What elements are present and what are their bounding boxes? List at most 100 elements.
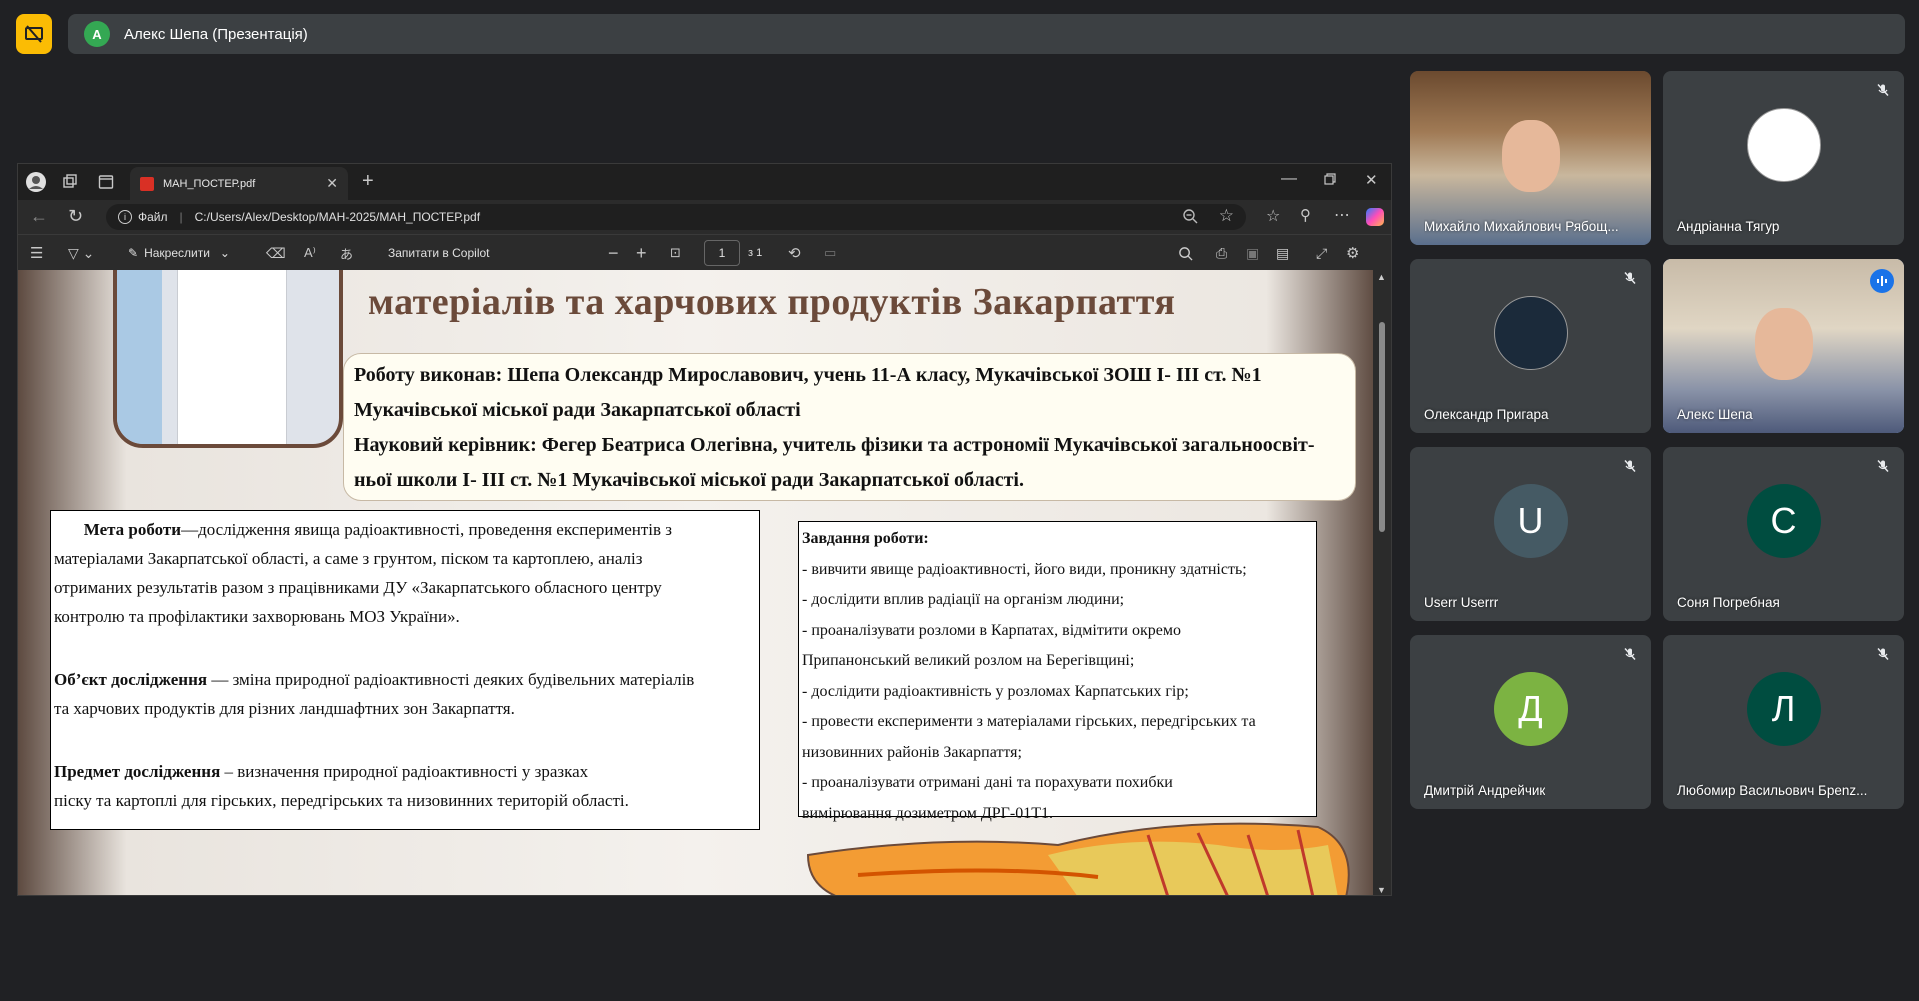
participant-tile[interactable]: U Userr Userrr xyxy=(1410,447,1651,621)
authors-box: Роботу виконав: Шепа Олександр Мирославо… xyxy=(343,353,1356,501)
object-text: — зміна природної радіоактивності деяких… xyxy=(207,670,695,689)
tab-actions-icon[interactable] xyxy=(96,172,116,192)
speaking-indicator-icon xyxy=(1870,269,1894,293)
minimize-icon[interactable]: — xyxy=(1281,170,1297,188)
draw-label: Накреслити xyxy=(144,246,210,260)
address-bar[interactable]: i Файл | C:/Users/Alex/Desktop/МАН-2025/… xyxy=(106,204,1246,230)
address-separator: | xyxy=(179,210,183,224)
zoom-out-icon[interactable]: − xyxy=(608,235,619,271)
contents-icon[interactable]: ☰ xyxy=(30,235,43,271)
fullscreen-icon[interactable]: ⤢ xyxy=(1316,235,1327,271)
new-tab-icon[interactable]: + xyxy=(362,170,374,193)
object-label: Об’єкт дослідження xyxy=(54,670,208,689)
participant-tile[interactable]: Алекс Шепа xyxy=(1663,259,1904,433)
back-icon[interactable]: ← xyxy=(30,206,48,227)
address-row: ← ↻ i Файл | C:/Users/Alex/Desktop/МАН-2… xyxy=(18,200,1391,234)
extensions-icon[interactable]: ⚲ xyxy=(1300,206,1311,224)
info-icon[interactable]: i xyxy=(118,210,132,224)
presentation-off-icon xyxy=(25,25,43,43)
settings-gear-icon[interactable]: ⚙ xyxy=(1346,235,1359,271)
mic-muted-icon xyxy=(1876,647,1890,666)
authors-line: Роботу виконав: Шепа Олександр Мирославо… xyxy=(354,364,1262,386)
translate-icon[interactable]: あ xyxy=(340,235,353,271)
close-tab-icon[interactable]: ✕ xyxy=(326,175,338,192)
participant-tile[interactable]: Олександр Пригара xyxy=(1410,259,1651,433)
goal-line: контролю та профілактики захворювань МОЗ… xyxy=(54,607,460,626)
rotate-icon[interactable]: ⟲ xyxy=(788,235,801,271)
task-line: - вивчити явище радіоактивності, його ви… xyxy=(802,560,1247,578)
fit-page-icon[interactable]: ⊡ xyxy=(670,235,681,271)
copilot-icon[interactable] xyxy=(1366,208,1384,226)
favorites-icon[interactable]: ☆ xyxy=(1266,206,1280,226)
avatar: Д xyxy=(1493,672,1568,746)
authors-line: Науковий керівник: Фегер Беатриса Олегів… xyxy=(354,434,1315,456)
authors-line: ньої школи І- ІІІ ст. №1 Мукачівської мі… xyxy=(354,469,1024,491)
presenter-avatar: А xyxy=(84,21,110,47)
zoom-in-icon[interactable]: + xyxy=(636,235,647,271)
goal-text: —дослідження явища радіоактивності, пров… xyxy=(181,520,673,539)
presenter-name: Алекс Шепа (Презентація) xyxy=(124,25,308,43)
print-icon[interactable]: ⎙ xyxy=(1216,235,1227,271)
task-line: Припанонський великий розлом на Берегівщ… xyxy=(802,652,1135,669)
subject-label: Предмет дослідження xyxy=(54,762,221,781)
participant-name: Userr Userrr xyxy=(1424,595,1499,610)
goal-line: отриманих результатів разом з працівника… xyxy=(54,578,662,597)
tab-pdf[interactable]: МАН_ПОСТЕР.pdf ✕ xyxy=(130,167,348,200)
mic-muted-icon xyxy=(1623,647,1637,666)
participant-tile[interactable]: Андріанна Тягур xyxy=(1663,71,1904,245)
scroll-down-arrow[interactable]: ▼ xyxy=(1377,885,1386,895)
pdf-page-viewport[interactable]: матеріалів та харчових продуктів Закарпа… xyxy=(18,270,1375,895)
goal-line: матеріалами Закарпатської області, а сам… xyxy=(54,549,643,568)
tab-bar: МАН_ПОСТЕР.pdf ✕ + — ✕ xyxy=(18,164,1391,200)
participant-name: Андріанна Тягур xyxy=(1677,219,1780,234)
goal-label: Мета роботи xyxy=(83,520,182,539)
pdf-scrollbar[interactable]: ▲ ▼ xyxy=(1373,270,1391,895)
address-url: C:/Users/Alex/Desktop/МАН-2025/МАН_ПОСТЕ… xyxy=(194,210,481,224)
two-page-icon[interactable]: ▭ xyxy=(824,235,836,271)
mic-muted-icon xyxy=(1876,83,1890,102)
participant-name: Дмитрій Андрейчик xyxy=(1424,783,1546,798)
read-aloud-icon[interactable]: A⁾ xyxy=(304,235,316,271)
participant-tile[interactable]: Михайло Михайлович Рябощ... xyxy=(1410,71,1651,245)
erase-icon[interactable]: ⌫ xyxy=(266,235,286,271)
favorite-star-icon[interactable]: ☆ xyxy=(1219,206,1234,226)
save-as-icon[interactable]: ▤ xyxy=(1276,235,1289,271)
participant-name: Михайло Михайлович Рябощ... xyxy=(1424,219,1619,234)
highlight-icon[interactable]: ▽ ⌄ xyxy=(68,235,94,271)
refresh-icon[interactable]: ↻ xyxy=(68,206,83,227)
workspaces-icon[interactable] xyxy=(60,172,80,192)
close-window-icon[interactable]: ✕ xyxy=(1365,171,1378,189)
participant-tile[interactable]: Д Дмитрій Андрейчик xyxy=(1410,635,1651,809)
page-number-input[interactable]: 1 xyxy=(704,240,740,266)
search-icon[interactable] xyxy=(1178,235,1193,271)
draw-pen-icon: ✎ xyxy=(128,246,139,260)
avatar xyxy=(1746,108,1821,182)
tasks-heading-text: Завдання роботи: xyxy=(802,530,929,547)
subject-text: – визначення природної радіоактивності у… xyxy=(220,762,589,781)
task-line: - проаналізувати отримані дані та пораху… xyxy=(802,774,1173,791)
participant-tile[interactable]: С Соня Погребная xyxy=(1663,447,1904,621)
page-number-group: 1 з 1 xyxy=(704,235,762,271)
zoom-icon[interactable] xyxy=(1182,208,1198,224)
object-line: та харчових продуктів для різних ландшаф… xyxy=(54,699,515,718)
draw-button[interactable]: ✎ Накреслити ⌄ xyxy=(128,235,230,271)
avatar: С xyxy=(1746,484,1821,558)
scroll-up-arrow[interactable]: ▲ xyxy=(1377,272,1386,282)
profile-icon[interactable] xyxy=(24,170,48,194)
more-options-icon[interactable]: ⋯ xyxy=(1334,205,1350,225)
scroll-thumb[interactable] xyxy=(1379,322,1385,532)
participant-tile[interactable]: Л Любомир Васильович Брenz... xyxy=(1663,635,1904,809)
ask-copilot-button[interactable]: Запитати в Copilot xyxy=(388,235,490,271)
avatar xyxy=(1493,296,1568,370)
goal-line: Мета роботи—дослідження явища радіоактив… xyxy=(54,515,756,544)
mic-muted-icon xyxy=(1623,271,1637,290)
subject-line: піску та картоплі для гірських, передгір… xyxy=(54,791,629,810)
task-line: - дослідити вплив радіації на організм л… xyxy=(802,591,1125,608)
task-line: низовинних районів Закарпаття; xyxy=(802,743,1022,761)
hide-presentation-button[interactable] xyxy=(16,14,52,54)
tasks-box: Завдання роботи: - вивчити явище радіоак… xyxy=(798,521,1317,822)
photo-backdrop xyxy=(117,270,162,444)
save-icon[interactable]: ▣ xyxy=(1246,235,1259,271)
restore-icon[interactable] xyxy=(1324,173,1336,185)
